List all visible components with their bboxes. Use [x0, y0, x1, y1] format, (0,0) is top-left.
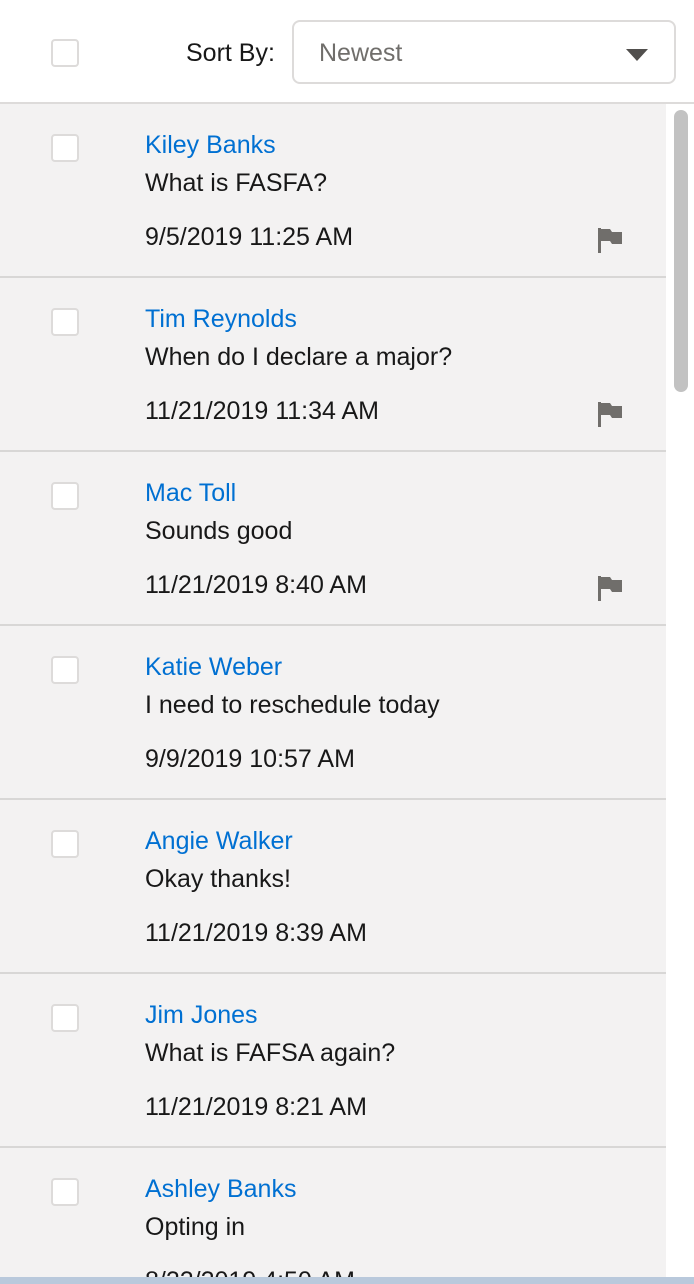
list-item[interactable]: Kiley Banks What is FASFA? 9/5/2019 11:2…: [0, 104, 666, 278]
message-timestamp: 9/9/2019 10:57 AM: [145, 745, 355, 773]
flag-icon[interactable]: [596, 225, 624, 255]
contact-name-link[interactable]: Mac Toll: [145, 478, 236, 508]
message-preview: What is FAFSA again?: [145, 1039, 396, 1067]
chevron-down-icon: [626, 49, 648, 61]
message-timestamp: 11/21/2019 8:40 AM: [145, 571, 367, 599]
row-checkbox[interactable]: [51, 482, 79, 510]
message-preview: I need to reschedule today: [145, 691, 440, 719]
message-preview: When do I declare a major?: [145, 343, 453, 371]
message-preview: What is FASFA?: [145, 169, 328, 197]
message-preview: Opting in: [145, 1213, 246, 1241]
list-item[interactable]: Angie Walker Okay thanks! 11/21/2019 8:3…: [0, 800, 666, 974]
list-header: Sort By: Newest: [0, 0, 694, 104]
sort-select-value: Newest: [319, 39, 403, 67]
flag-icon[interactable]: [596, 399, 624, 429]
row-checkbox[interactable]: [51, 134, 79, 162]
scrollbar-track[interactable]: [666, 104, 694, 1280]
row-checkbox[interactable]: [51, 830, 79, 858]
list-item[interactable]: Ashley Banks Opting in 8/22/2019 4:50 AM: [0, 1148, 666, 1280]
list-item[interactable]: Mac Toll Sounds good 11/21/2019 8:40 AM: [0, 452, 666, 626]
row-checkbox[interactable]: [51, 1004, 79, 1032]
list-item[interactable]: Tim Reynolds When do I declare a major? …: [0, 278, 666, 452]
message-timestamp: 9/5/2019 11:25 AM: [145, 223, 354, 251]
contact-name-link[interactable]: Jim Jones: [145, 1000, 258, 1030]
message-timestamp: 11/21/2019 8:39 AM: [145, 919, 367, 947]
select-all-checkbox[interactable]: [51, 39, 79, 67]
message-preview: Okay thanks!: [145, 865, 291, 893]
contact-name-link[interactable]: Tim Reynolds: [145, 304, 297, 334]
flag-icon[interactable]: [596, 573, 624, 603]
message-timestamp: 11/21/2019 11:34 AM: [145, 397, 379, 425]
sort-by-label: Sort By:: [186, 39, 275, 67]
contact-name-link[interactable]: Kiley Banks: [145, 130, 276, 160]
contact-name-link[interactable]: Ashley Banks: [145, 1174, 296, 1204]
contact-name-link[interactable]: Angie Walker: [145, 826, 293, 856]
row-checkbox[interactable]: [51, 308, 79, 336]
message-timestamp: 11/21/2019 8:21 AM: [145, 1093, 367, 1121]
list-item[interactable]: Jim Jones What is FAFSA again? 11/21/201…: [0, 974, 666, 1148]
message-list: Kiley Banks What is FASFA? 9/5/2019 11:2…: [0, 104, 666, 1280]
list-item[interactable]: Katie Weber I need to reschedule today 9…: [0, 626, 666, 800]
row-checkbox[interactable]: [51, 1178, 79, 1206]
message-list-panel: Sort By: Newest Kiley Banks What is FASF…: [0, 0, 694, 1284]
bottom-edge-bar: [0, 1277, 694, 1284]
row-checkbox[interactable]: [51, 656, 79, 684]
contact-name-link[interactable]: Katie Weber: [145, 652, 282, 682]
scrollbar-thumb[interactable]: [674, 110, 688, 392]
message-preview: Sounds good: [145, 517, 293, 545]
sort-select[interactable]: Newest: [292, 20, 676, 84]
